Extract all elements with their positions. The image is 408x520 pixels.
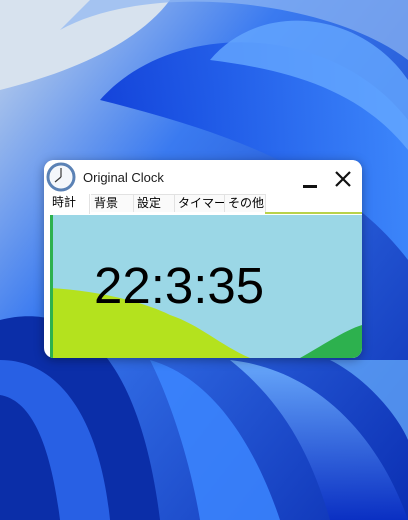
title-bar[interactable]: Original Clock — [44, 160, 362, 194]
minimize-button[interactable] — [299, 168, 321, 190]
tab-bar: 時計 背景 設定 タイマー その他 — [48, 194, 362, 214]
tab-other[interactable]: その他 — [225, 194, 266, 212]
tab-underline — [265, 212, 362, 214]
original-clock-window: Original Clock 時計 背景 設定 タイマー その他 22:3:35 — [44, 160, 362, 358]
tab-background[interactable]: 背景 — [91, 194, 134, 212]
clock-icon — [46, 162, 76, 192]
tab-label: その他 — [228, 196, 265, 210]
tab-settings[interactable]: 設定 — [134, 194, 175, 212]
clock-time: 22:3:35 — [94, 257, 265, 314]
close-icon — [335, 171, 351, 187]
clock-display-panel: 22:3:35 — [50, 215, 362, 358]
tab-label: 設定 — [137, 196, 162, 210]
tab-clock[interactable]: 時計 — [48, 194, 90, 214]
tab-label: タイマー — [178, 196, 225, 210]
tab-label: 時計 — [52, 195, 77, 209]
tab-label: 背景 — [94, 196, 119, 210]
window-title: Original Clock — [83, 170, 164, 185]
tab-timer[interactable]: タイマー — [175, 194, 225, 212]
close-button[interactable] — [332, 168, 354, 190]
